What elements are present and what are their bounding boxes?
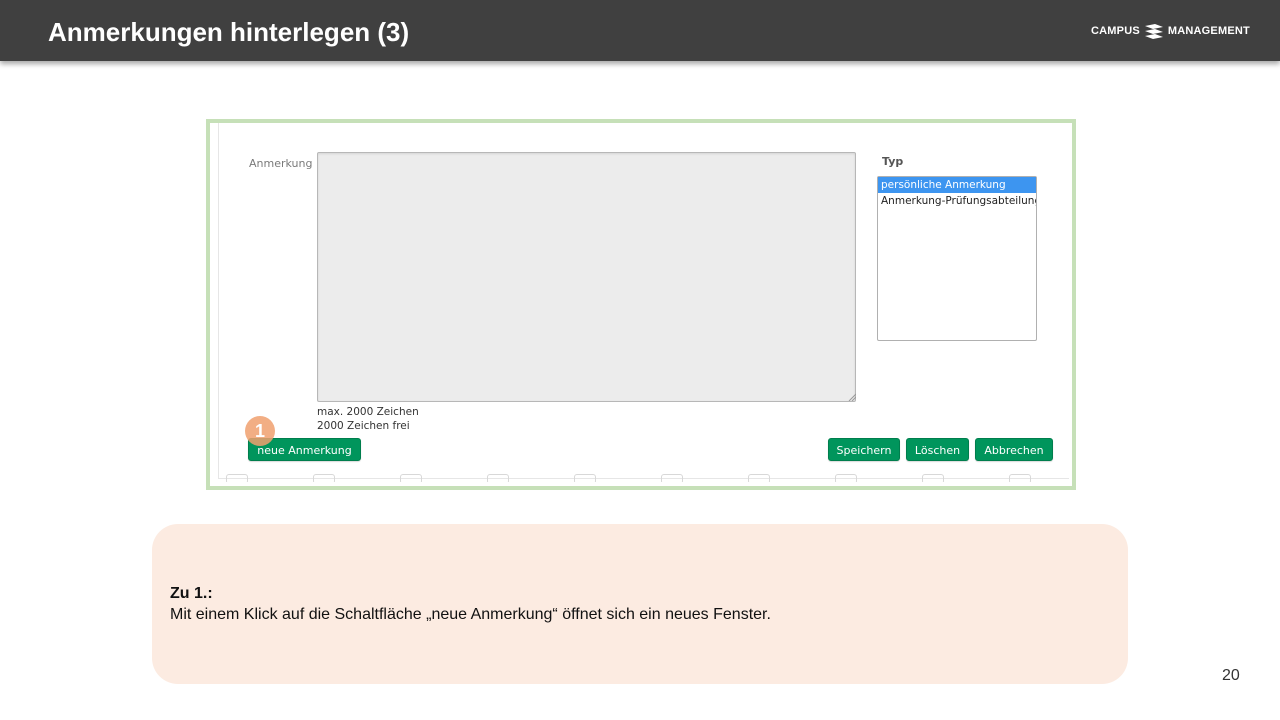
type-option-exam-office[interactable]: Anmerkung-Prüfungsabteilung <box>878 193 1036 209</box>
watermark-icon <box>574 474 596 482</box>
cancel-button[interactable]: Abbrechen <box>975 438 1053 461</box>
note-label: Anmerkung <box>249 157 313 170</box>
page-number: 20 <box>1222 667 1240 684</box>
watermark-icon <box>1009 474 1031 482</box>
type-option-personal[interactable]: persönliche Anmerkung <box>878 177 1036 193</box>
watermark-icon <box>835 474 857 482</box>
resize-grip-icon[interactable] <box>848 393 856 401</box>
watermark-icon <box>922 474 944 482</box>
watermark-icon <box>661 474 683 482</box>
watermark-icon <box>313 474 335 482</box>
watermark-icon <box>226 474 248 482</box>
chars-free-info: 2000 Zeichen frei <box>317 420 410 432</box>
type-label: Typ <box>882 155 904 168</box>
step-badge: 1 <box>245 416 275 446</box>
max-chars-info: max. 2000 Zeichen <box>317 406 419 418</box>
logo-mark-icon <box>1144 24 1163 39</box>
logo-text-management: MANAGEMENT <box>1167 25 1250 37</box>
logo-text-campus: CAMPUS <box>1091 25 1140 37</box>
watermark-icon <box>400 474 422 482</box>
slide-header: Anmerkungen hinterlegen (3) CAMPUS MANAG… <box>0 0 1280 61</box>
slide-title: Anmerkungen hinterlegen (3) <box>48 17 410 47</box>
save-button[interactable]: Speichern <box>828 438 900 461</box>
type-listbox[interactable]: persönliche Anmerkung Anmerkung-Prüfungs… <box>877 176 1037 341</box>
info-box <box>152 524 1128 684</box>
info-title: Zu 1.: <box>170 585 213 602</box>
delete-button[interactable]: Löschen <box>906 438 969 461</box>
watermark-icon <box>748 474 770 482</box>
note-textarea[interactable] <box>317 152 856 402</box>
info-text: Mit einem Klick auf die Schaltfläche „ne… <box>170 606 771 623</box>
watermark-strip <box>226 474 1066 482</box>
campus-management-logo: CAMPUS MANAGEMENT <box>1091 20 1250 42</box>
watermark-icon <box>487 474 509 482</box>
